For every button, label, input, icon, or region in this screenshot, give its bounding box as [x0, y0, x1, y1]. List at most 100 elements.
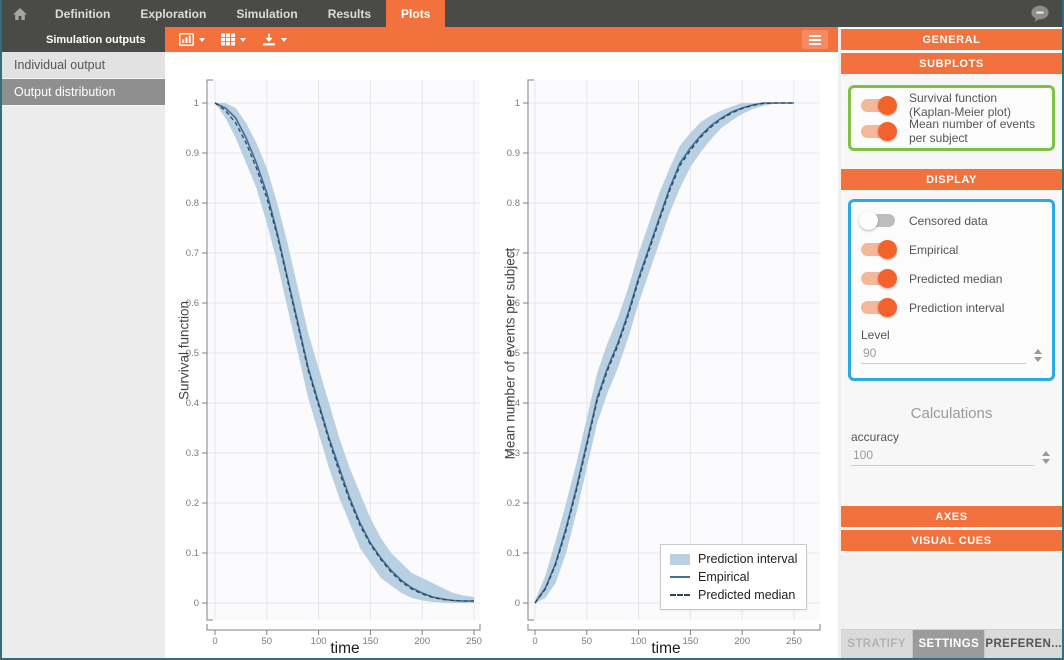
toggle-row-censored-data: Censored data: [861, 206, 1044, 235]
settings-panel: GENERAL SUBPLOTS Survival function (Kapl…: [838, 27, 1062, 658]
survival-function-chart: 05010015020025000.10.20.30.40.50.60.70.8…: [165, 52, 502, 660]
spinner-up-icon[interactable]: [1042, 451, 1050, 456]
toggle-row-survival-function-kaplan-meier-plot: Survival function (Kaplan-Meier plot): [861, 92, 1044, 118]
legend-entry: Prediction interval: [670, 550, 797, 568]
nav-tab-simulation[interactable]: Simulation: [221, 0, 312, 27]
toggle-knob: [859, 211, 878, 230]
legend: Prediction interval Empirical Predicted me…: [660, 544, 807, 610]
caret-down-icon: [281, 38, 287, 42]
panel-footer-tabs: STRATIFYSETTINGSPREFEREN...: [841, 629, 1062, 658]
spinner-down-icon[interactable]: [1034, 357, 1042, 362]
sidebar: Individual outputOutput distribution: [2, 52, 165, 658]
caret-down-icon: [199, 38, 205, 42]
legend-label: Empirical: [698, 570, 749, 584]
home-icon[interactable]: [2, 0, 40, 27]
level-spinner: [1026, 349, 1044, 364]
toggle-knob: [878, 122, 897, 141]
footer-tab-stratify[interactable]: STRATIFY: [841, 630, 913, 658]
svg-text:100: 100: [631, 636, 647, 647]
svg-text:0.6: 0.6: [507, 298, 520, 309]
svg-text:0: 0: [212, 636, 217, 647]
toggle-knob: [878, 96, 897, 115]
level-input[interactable]: [861, 344, 1026, 364]
subplots-toggle-group: Survival function (Kaplan-Meier plot)Mea…: [848, 85, 1055, 151]
section-header-display[interactable]: DISPLAY: [841, 169, 1062, 190]
svg-text:1: 1: [515, 98, 520, 109]
svg-text:0.5: 0.5: [186, 348, 199, 359]
toggle-knob: [878, 269, 897, 288]
svg-text:0.8: 0.8: [186, 198, 199, 209]
svg-text:0.6: 0.6: [186, 298, 199, 309]
svg-text:50: 50: [582, 636, 593, 647]
legend-swatch-band: [670, 554, 690, 565]
svg-text:150: 150: [362, 636, 378, 647]
caret-down-icon: [240, 38, 246, 42]
toggle-row-predicted-median: Predicted median: [861, 264, 1044, 293]
toolbar-icons: [165, 27, 287, 52]
accuracy-input[interactable]: [851, 446, 1034, 466]
accuracy-spinner: [1034, 451, 1052, 466]
chat-bubble-icon[interactable]: [1018, 0, 1062, 27]
svg-text:200: 200: [734, 636, 750, 647]
toggle-empirical[interactable]: [861, 243, 895, 256]
menu-icon[interactable]: [802, 30, 828, 49]
toggle-label: Survival function (Kaplan-Meier plot): [909, 91, 1044, 119]
panel-filler: [841, 554, 1062, 629]
nav-tab-results[interactable]: Results: [313, 0, 386, 27]
nav-tab-plots[interactable]: Plots: [386, 0, 445, 27]
footer-tab-preferen[interactable]: PREFEREN...: [985, 630, 1062, 658]
legend-swatch-dashed-line: [670, 594, 690, 596]
svg-text:0.8: 0.8: [507, 198, 520, 209]
toggle-row-empirical: Empirical: [861, 235, 1044, 264]
svg-text:0.5: 0.5: [507, 348, 520, 359]
toggle-row-mean-number-of-events-per-subject: Mean number of events per subject: [861, 118, 1044, 144]
section-header-axes[interactable]: AXES: [841, 506, 1062, 527]
calculations-title: Calculations: [841, 405, 1062, 422]
svg-text:0.9: 0.9: [186, 148, 199, 159]
legend-label: Prediction interval: [698, 552, 797, 566]
nav-tab-exploration[interactable]: Exploration: [125, 0, 221, 27]
export-icon[interactable]: [262, 33, 287, 46]
top-nav: DefinitionExplorationSimulationResultsPl…: [2, 0, 1062, 27]
legend-entry: Empirical: [670, 568, 797, 586]
spinner-up-icon[interactable]: [1034, 349, 1042, 354]
svg-text:0.7: 0.7: [507, 248, 520, 259]
section-header-subplots[interactable]: SUBPLOTS: [841, 53, 1062, 74]
svg-text:0.4: 0.4: [507, 398, 520, 409]
toggle-label: Mean number of events per subject: [909, 117, 1044, 145]
section-header-general[interactable]: GENERAL: [841, 29, 1062, 50]
svg-text:0.2: 0.2: [186, 498, 199, 509]
plot-area: 0 50 100 150 200 250 0 0.1 0.2 0.3 0.4 0.5 0.6 0.7 0.8…: [165, 52, 838, 658]
toggle-mean-number-of-events-per-subject[interactable]: [861, 125, 895, 138]
sidebar-item-output-distribution[interactable]: Output distribution: [2, 79, 165, 106]
nav-tab-definition[interactable]: Definition: [40, 0, 125, 27]
layout-grid-icon[interactable]: [221, 33, 246, 46]
toggle-label: Censored data: [909, 214, 988, 228]
toggle-censored-data[interactable]: [861, 214, 895, 227]
display-toggle-group: Censored data Empirical Predicted median Pr…: [848, 199, 1055, 381]
toggle-predicted-median[interactable]: [861, 272, 895, 285]
svg-text:250: 250: [466, 636, 482, 647]
section-header-visual-cues[interactable]: VISUAL CUES: [841, 530, 1062, 551]
svg-text:0.3: 0.3: [507, 448, 520, 459]
spinner-down-icon[interactable]: [1042, 459, 1050, 464]
sidebar-item-individual-output[interactable]: Individual output: [2, 52, 165, 79]
toggle-survival-function-kaplan-meier-plot[interactable]: [861, 99, 895, 112]
toggle-label: Prediction interval: [909, 301, 1004, 315]
plot-type-icon[interactable]: [179, 33, 205, 46]
legend-label: Predicted median: [698, 588, 795, 602]
svg-text:1: 1: [194, 98, 199, 109]
svg-text:150: 150: [682, 636, 698, 647]
nav-tabs: DefinitionExplorationSimulationResultsPl…: [40, 0, 445, 27]
plot-toolbar: Simulation outputs: [2, 27, 838, 52]
toggle-knob: [878, 298, 897, 317]
svg-text:0.7: 0.7: [186, 248, 199, 259]
toggle-prediction-interval[interactable]: [861, 301, 895, 314]
svg-text:0.3: 0.3: [186, 448, 199, 459]
svg-text:0: 0: [532, 636, 537, 647]
toggle-label: Predicted median: [909, 272, 1002, 286]
display-toggles: Censored data Empirical Predicted median Pr…: [861, 206, 1044, 322]
sidebar-header: Simulation outputs: [2, 27, 165, 52]
svg-text:0.1: 0.1: [507, 548, 520, 559]
footer-tab-settings[interactable]: SETTINGS: [913, 630, 985, 658]
